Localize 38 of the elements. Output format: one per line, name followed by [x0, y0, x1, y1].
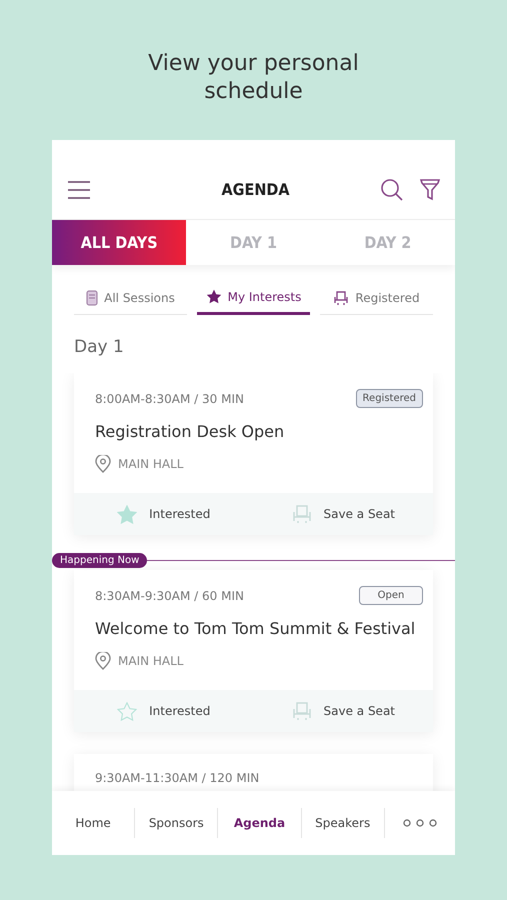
day-tab[interactable]: ALL DAYS — [52, 220, 186, 265]
tablet-icon — [86, 290, 98, 306]
seat-icon — [333, 290, 350, 306]
filter-tab[interactable]: My Interests — [197, 283, 310, 315]
filter-tab[interactable]: Registered — [320, 283, 433, 315]
nav-tab[interactable]: Agenda — [218, 808, 302, 838]
interested-button[interactable]: Interested — [74, 493, 254, 535]
nav-tab[interactable]: Home — [52, 808, 136, 838]
menu-icon[interactable] — [67, 180, 91, 198]
screen-title: AGENDA — [220, 180, 290, 199]
filter-tab[interactable]: All Sessions — [74, 283, 187, 315]
session-location: MAIN HALL — [118, 457, 184, 471]
status-badge: Registered — [356, 389, 423, 408]
save-seat-button[interactable]: Save a Seat — [254, 690, 433, 732]
session-title: Welcome to Tom Tom Summit & Festival — [95, 619, 416, 638]
session-time: 8:30AM-9:30AM / 60 MIN — [95, 588, 244, 602]
star-icon[interactable] — [117, 702, 138, 720]
headline: View your personal schedule — [147, 50, 360, 106]
session-time: 8:00AM-8:30AM / 30 MIN — [95, 392, 244, 406]
star-icon — [206, 289, 222, 304]
seat-icon — [292, 701, 312, 721]
nav-tab[interactable]: Sponsors — [135, 808, 218, 838]
session-title: Registration Desk Open — [95, 422, 286, 441]
session-location: MAIN HALL — [118, 654, 184, 668]
star-icon[interactable] — [117, 504, 138, 524]
location-pin-icon — [95, 455, 111, 473]
session-time: 9:30AM-11:30AM / 120 MIN — [95, 771, 260, 785]
more-icon[interactable] — [402, 818, 437, 828]
status-badge: Open — [359, 586, 423, 605]
location-pin-icon — [95, 652, 111, 670]
interested-button[interactable]: Interested — [74, 690, 254, 732]
happening-now-label: Happening Now — [52, 553, 148, 568]
filter-icon[interactable] — [420, 178, 440, 200]
section-title: Day 1 — [73, 336, 125, 359]
seat-icon — [292, 504, 312, 524]
search-icon[interactable] — [380, 178, 404, 202]
nav-tab[interactable]: Speakers — [302, 808, 385, 838]
save-seat-button[interactable]: Save a Seat — [254, 493, 433, 535]
